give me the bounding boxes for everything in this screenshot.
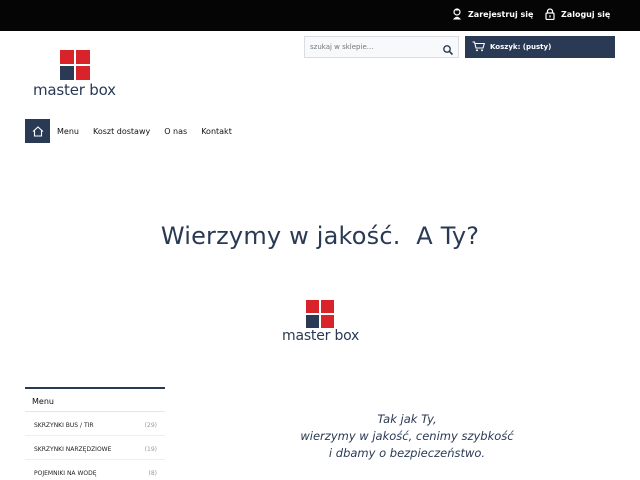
sidebar-item-label: Skrzynki narzędziowe — [34, 446, 112, 453]
tagline-quote: Tak jak Ty, wierzymy w jakość, cenimy sz… — [250, 411, 564, 462]
sidebar-item-label: Pojemniki na wodę — [34, 470, 97, 477]
header-logo[interactable]: master box — [33, 50, 123, 100]
logo-square-navy — [60, 66, 74, 80]
logo-square-red — [321, 300, 334, 313]
quote-line: wierzymy w jakość, cenimy szybkość — [300, 429, 514, 443]
quote-line: i dbamy o bezpieczeństwo. — [328, 446, 486, 460]
logo-square-red — [321, 315, 334, 328]
nav-item-shipping-cost[interactable]: Koszt dostawy — [93, 127, 150, 136]
home-icon — [32, 122, 44, 141]
sidebar-title: Menu — [25, 387, 165, 412]
logo-wordmark: master box — [282, 328, 360, 344]
search-icon[interactable] — [442, 41, 454, 56]
sidebar-menu: Menu Skrzynki bus / tir (29) Skrzynki na… — [25, 387, 165, 480]
nav-item-about[interactable]: O nas — [164, 127, 187, 136]
sidebar-item-label: Skrzynki bus / tir — [34, 422, 94, 429]
sidebar-item-bus-tir-boxes[interactable]: Skrzynki bus / tir (29) — [25, 412, 165, 436]
top-bar: Zarejestruj się Zaloguj się — [0, 0, 640, 31]
cart-button[interactable]: Koszyk: (pusty) — [465, 36, 615, 58]
logo-square-red — [306, 300, 319, 313]
sidebar-item-tool-boxes[interactable]: Skrzynki narzędziowe (19) — [25, 436, 165, 460]
logo-wordmark: master box — [33, 81, 116, 99]
login-link[interactable]: Zaloguj się — [545, 8, 610, 20]
user-icon — [452, 8, 462, 20]
logo-square-navy — [306, 315, 319, 328]
nav-item-menu[interactable]: Menu — [57, 127, 79, 136]
lock-icon — [545, 8, 555, 20]
register-link[interactable]: Zarejestruj się — [452, 8, 533, 20]
quote-line: Tak jak Ty, — [377, 412, 437, 426]
logo-square-red — [76, 66, 90, 80]
sidebar-item-count: (19) — [144, 446, 157, 453]
search-input[interactable] — [305, 37, 437, 57]
main-nav: Menu Koszt dostawy O nas Kontakt — [25, 119, 246, 143]
nav-item-contact[interactable]: Kontakt — [201, 127, 232, 136]
sidebar-item-count: (8) — [148, 470, 158, 477]
home-button[interactable] — [25, 119, 50, 143]
search-box — [304, 36, 459, 58]
sidebar-item-water-containers[interactable]: Pojemniki na wodę (8) — [25, 460, 165, 480]
logo-square-red — [76, 50, 90, 64]
center-logo: master box — [282, 300, 362, 346]
logo-square-red — [60, 50, 74, 64]
sidebar-item-count: (29) — [144, 422, 157, 429]
hero-title: Wierzymy w jakość. A Ty? — [160, 222, 480, 250]
cart-icon — [472, 40, 486, 54]
